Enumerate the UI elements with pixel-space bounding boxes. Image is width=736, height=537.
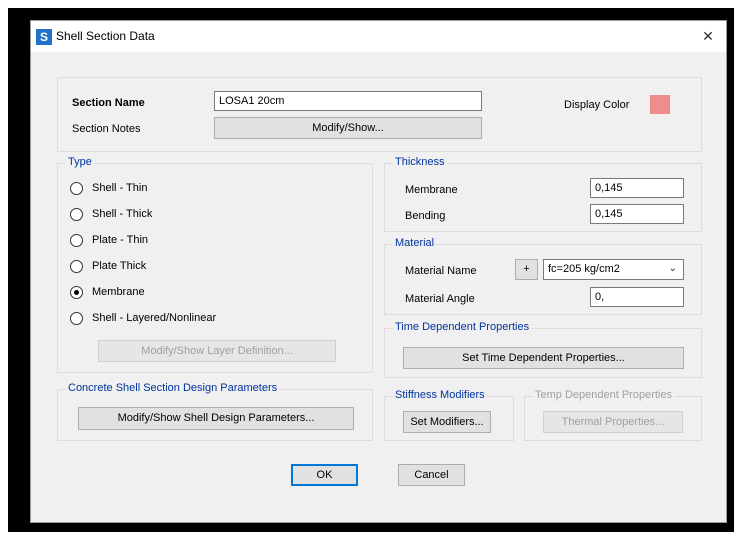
section-notes-button[interactable]: Modify/Show...	[214, 117, 482, 139]
radio-button[interactable]	[70, 234, 83, 247]
material-group-title: Material	[393, 237, 437, 249]
set-modifiers-button[interactable]: Set Modifiers...	[403, 411, 491, 433]
display-color-label: Display Color	[564, 99, 630, 111]
radio-button[interactable]	[70, 208, 83, 221]
radio-button[interactable]	[70, 286, 83, 299]
time-dependent-group: Time Dependent Properties Set Time Depen…	[384, 321, 702, 378]
thickness-group: Thickness Membrane 0,145 Bending 0,145	[384, 156, 702, 232]
title-bar: S Shell Section Data ✕	[31, 21, 726, 52]
material-name-select[interactable]: fc=205 kg/cm2 ⌄	[543, 259, 684, 280]
bending-thickness-field[interactable]: 0,145	[590, 204, 684, 224]
window-title: Shell Section Data	[56, 29, 155, 43]
section-name-label: Section Name	[72, 97, 145, 109]
radio-label: Plate Thick	[92, 260, 147, 272]
time-dependent-group-title: Time Dependent Properties	[393, 321, 532, 333]
shell-design-parameters-button[interactable]: Modify/Show Shell Design Parameters...	[78, 407, 354, 430]
design-parameters-group: Concrete Shell Section Design Parameters…	[57, 382, 373, 441]
material-group: Material Material Name + fc=205 kg/cm2 ⌄…	[384, 237, 702, 315]
shell-section-dialog: S Shell Section Data ✕ Section Name LOSA…	[30, 20, 727, 523]
radio-button[interactable]	[70, 260, 83, 273]
thermal-properties-button[interactable]: Thermal Properties...	[543, 411, 683, 433]
type-group: Type Shell - Thin Shell - Thick Plate - …	[57, 156, 373, 373]
material-name-value: fc=205 kg/cm2	[548, 263, 620, 275]
chevron-down-icon: ⌄	[668, 263, 677, 274]
stiffness-modifiers-group: Stiffness Modifiers Set Modifiers...	[384, 389, 514, 441]
material-angle-field[interactable]: 0,	[590, 287, 684, 307]
ok-button[interactable]: OK	[291, 464, 358, 486]
temp-dependent-group-title: Temp Dependent Properties	[533, 389, 674, 401]
temp-dependent-group: Temp Dependent Properties Thermal Proper…	[524, 389, 702, 441]
display-color-swatch[interactable]	[650, 95, 670, 114]
section-notes-label: Section Notes	[72, 123, 141, 135]
membrane-thickness-label: Membrane	[405, 184, 458, 196]
radio-button[interactable]	[70, 182, 83, 195]
material-name-label: Material Name	[405, 265, 477, 277]
layer-definition-button[interactable]: Modify/Show Layer Definition...	[98, 340, 336, 362]
section-name-field[interactable]: LOSA1 20cm	[214, 91, 482, 111]
cancel-button[interactable]: Cancel	[398, 464, 465, 486]
bending-thickness-label: Bending	[405, 210, 446, 222]
thickness-group-title: Thickness	[393, 156, 447, 168]
radio-label: Shell - Thick	[92, 208, 153, 220]
radio-label: Membrane	[92, 286, 145, 298]
add-material-button[interactable]: +	[515, 259, 538, 280]
app-icon: S	[36, 29, 52, 45]
radio-label: Shell - Layered/Nonlinear	[92, 312, 217, 324]
type-group-title: Type	[66, 156, 94, 168]
set-time-dependent-button[interactable]: Set Time Dependent Properties...	[403, 347, 684, 369]
material-angle-label: Material Angle	[405, 293, 475, 305]
section-name-panel: Section Name LOSA1 20cm Section Notes Mo…	[57, 77, 702, 152]
close-icon[interactable]: ✕	[696, 25, 720, 47]
design-parameters-group-title: Concrete Shell Section Design Parameters	[66, 382, 280, 394]
radio-button[interactable]	[70, 312, 83, 325]
membrane-thickness-field[interactable]: 0,145	[590, 178, 684, 198]
radio-label: Plate - Thin	[92, 234, 149, 246]
radio-label: Shell - Thin	[92, 182, 148, 194]
stiffness-modifiers-group-title: Stiffness Modifiers	[393, 389, 487, 401]
